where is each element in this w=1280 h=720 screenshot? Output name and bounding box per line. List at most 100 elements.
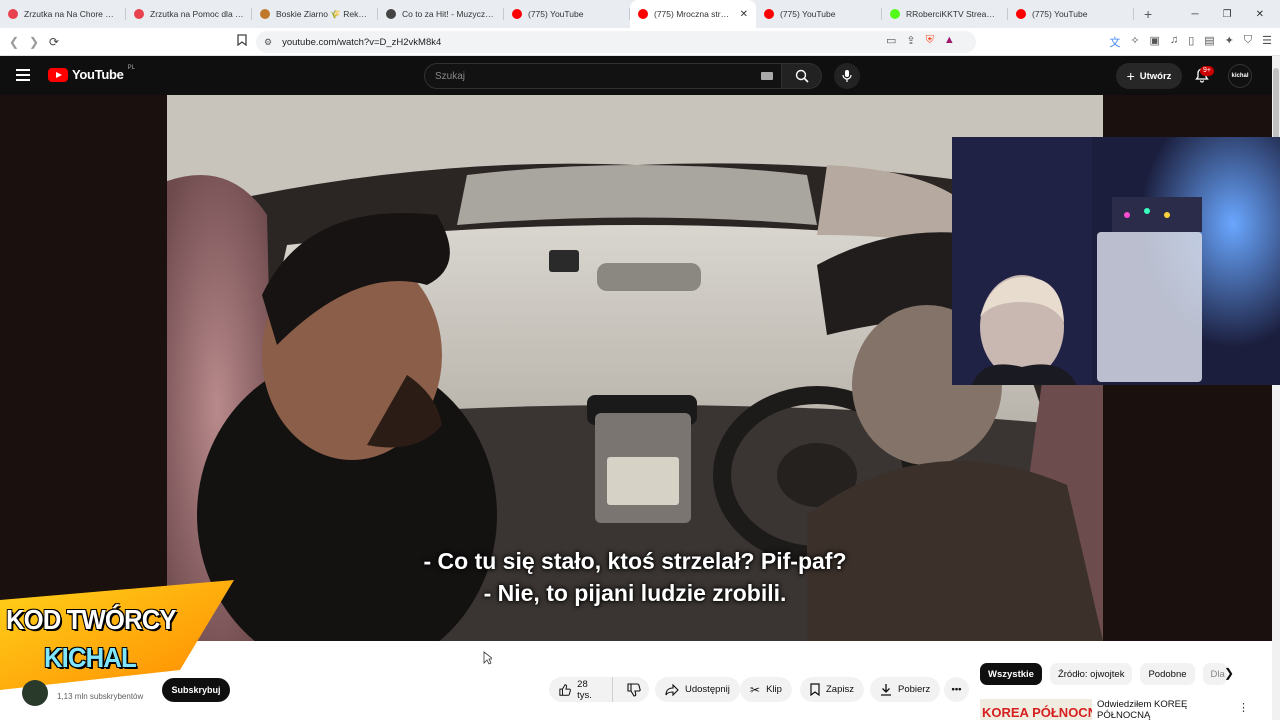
- webcam-feed: [952, 137, 1280, 385]
- subscribe-button[interactable]: Subskrybuj: [162, 678, 230, 702]
- browser-tab[interactable]: RRoberciKKTV Stream - W: [882, 0, 1008, 28]
- tab-title: (775) Mroczna strona: [654, 9, 734, 19]
- browser-tab[interactable]: (775) YouTube: [1008, 0, 1134, 28]
- forward-icon[interactable]: ❯: [24, 35, 44, 49]
- more-vertical-icon[interactable]: ⋮: [1238, 701, 1249, 714]
- translate-icon[interactable]: 文: [1109, 34, 1120, 50]
- scissors-icon: ✂: [750, 682, 761, 697]
- thumbnail-art: KOREA PÓŁNOCNA: [980, 699, 1092, 720]
- restore-icon[interactable]: ❐: [1223, 9, 1232, 20]
- save-bookmark-icon: [810, 683, 820, 696]
- chevron-right-icon[interactable]: ❯: [1224, 666, 1234, 680]
- sidebar-icon[interactable]: ▯: [1188, 34, 1194, 50]
- tab-separator: [1133, 8, 1134, 20]
- filter-chip[interactable]: Dla: [1202, 663, 1227, 685]
- subtitle-line: - Nie, to pijani ludzie zrobili.: [483, 580, 787, 606]
- account-avatar[interactable]: kichal: [1228, 64, 1252, 88]
- browser-tab[interactable]: Boskie Ziarno 🌾 Rekordy: [252, 0, 378, 28]
- clip-button[interactable]: ✂ Klip: [740, 677, 792, 702]
- download-label: Pobierz: [898, 684, 931, 695]
- browser-tab[interactable]: Zrzutka na Na Chore Osoby: [0, 0, 126, 28]
- save-label: Zapisz: [826, 684, 854, 695]
- tab-title: (775) YouTube: [780, 9, 836, 19]
- new-tab-icon[interactable]: +: [1144, 6, 1152, 22]
- promo-line-1: KOD TWÓRCY: [6, 604, 177, 635]
- menu-icon[interactable]: ☰: [1262, 34, 1272, 50]
- video-subtitles: - Co tu się stało, ktoś strzelał? Pif-pa…: [167, 545, 1103, 609]
- share-icon[interactable]: ⇪: [906, 34, 915, 47]
- like-count: 28 tys.: [577, 678, 592, 701]
- voice-search-button[interactable]: [834, 63, 860, 89]
- thumbs-up-icon: [559, 683, 571, 696]
- tab-title: (775) YouTube: [1032, 9, 1088, 19]
- tab-favicon-icon: [260, 9, 270, 19]
- minimize-icon[interactable]: ─: [1192, 9, 1199, 20]
- music-icon[interactable]: ♫: [1170, 34, 1178, 50]
- tab-favicon-icon: [134, 9, 144, 19]
- webcam-overlay: [952, 137, 1280, 385]
- hamburger-menu-icon[interactable]: [16, 69, 30, 81]
- search-box: Szukaj: [424, 63, 822, 89]
- create-label: Utwórz: [1139, 70, 1172, 82]
- promo-line-2: KICHAL: [44, 642, 137, 673]
- country-code: PL: [127, 64, 135, 71]
- recommended-video-title[interactable]: Odwiedziłem KOREĘ PÓŁNOCNĄ: [1097, 699, 1217, 720]
- share-label: Udostępnij: [685, 684, 730, 695]
- download-button[interactable]: Pobierz: [870, 677, 941, 702]
- window-controls: ─ ❐ ✕: [1192, 0, 1280, 28]
- leo-ai-icon[interactable]: ✦: [1225, 34, 1234, 50]
- tab-title: Zrzutka na Pomoc dla Mał: [150, 9, 244, 19]
- recommended-video-thumbnail[interactable]: KOREA PÓŁNOCNA: [980, 699, 1092, 720]
- clip-label: Klip: [766, 684, 782, 695]
- youtube-header: YouTube PL Szukaj + Utwórz 9+: [0, 56, 1280, 95]
- bookmark-icon[interactable]: [232, 34, 252, 49]
- search-placeholder: Szukaj: [435, 70, 466, 82]
- subscribe-label: Subskrybuj: [171, 685, 221, 695]
- extension-puzzle-icon[interactable]: ✧: [1130, 34, 1139, 50]
- download-icon: [881, 684, 891, 696]
- like-button[interactable]: 28 tys.: [549, 677, 613, 702]
- microphone-icon: [842, 70, 852, 82]
- url-field[interactable]: ⚙ youtube.com/watch?v=D_zH2vkM8k4: [256, 31, 976, 53]
- browser-tab[interactable]: (775) YouTube: [756, 0, 882, 28]
- browser-tab[interactable]: Co to za Hit! - Muzyczny Q: [378, 0, 504, 28]
- tab-title: (775) YouTube: [528, 9, 584, 19]
- wallet-icon[interactable]: ▤: [1204, 34, 1214, 50]
- url-text: youtube.com/watch?v=D_zH2vkM8k4: [282, 36, 442, 48]
- thumbs-down-icon: [627, 682, 641, 697]
- share-button[interactable]: Udostępnij: [655, 677, 740, 702]
- search-input[interactable]: Szukaj: [424, 63, 782, 89]
- filter-chip[interactable]: Wszystkie: [980, 663, 1042, 685]
- reload-icon[interactable]: ⟳: [44, 35, 64, 49]
- plus-icon: +: [1126, 68, 1135, 84]
- browser-tab[interactable]: Zrzutka na Pomoc dla Mał: [126, 0, 252, 28]
- create-button[interactable]: + Utwórz: [1116, 63, 1182, 89]
- vpn-icon[interactable]: ⛉: [1244, 34, 1252, 50]
- filter-chip[interactable]: Podobne: [1140, 663, 1195, 685]
- save-button[interactable]: Zapisz: [800, 677, 864, 702]
- tab-close-icon[interactable]: ✕: [740, 9, 748, 20]
- browser-tab[interactable]: (775) YouTube: [504, 0, 630, 28]
- channel-avatar[interactable]: [22, 680, 48, 706]
- extension-box-icon[interactable]: ▣: [1150, 34, 1160, 50]
- tab-favicon-icon: [764, 9, 774, 19]
- tab-favicon-icon: [386, 9, 396, 19]
- more-horizontal-icon: •••: [951, 684, 962, 695]
- dislike-button[interactable]: [619, 682, 650, 697]
- cast-icon[interactable]: ▭: [886, 34, 896, 47]
- more-actions-button[interactable]: •••: [944, 677, 969, 702]
- site-settings-icon[interactable]: ⚙: [264, 37, 272, 48]
- search-icon: [795, 69, 809, 83]
- share-arrow-icon: [665, 683, 679, 696]
- search-button[interactable]: [782, 63, 822, 89]
- brave-shield-icon[interactable]: ⛨: [926, 34, 934, 47]
- logo-text: YouTube: [72, 67, 124, 82]
- filter-chip[interactable]: Źródło: ojwojtek: [1049, 663, 1133, 685]
- youtube-logo[interactable]: YouTube PL: [48, 64, 135, 82]
- close-window-icon[interactable]: ✕: [1256, 9, 1264, 20]
- brave-rewards-icon[interactable]: ▲: [944, 34, 955, 47]
- recommendation-filter-chips: Wszystkie Źródło: ojwojtek Podobne Dla: [980, 663, 1227, 685]
- browser-tab[interactable]: (775) Mroczna strona ✕: [630, 0, 756, 28]
- keyboard-icon[interactable]: [761, 72, 773, 80]
- back-icon[interactable]: ❮: [4, 35, 24, 49]
